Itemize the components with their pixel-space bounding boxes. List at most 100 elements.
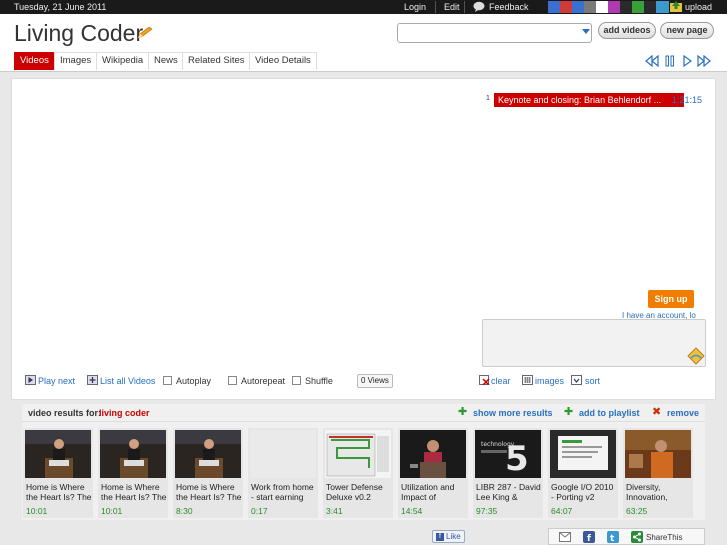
tab-news[interactable]: News: [148, 52, 184, 70]
sign-up-button[interactable]: Sign up: [648, 290, 694, 308]
autoplay-checkbox[interactable]: [163, 376, 172, 385]
video-duration: 3:41: [326, 506, 343, 516]
video-title[interactable]: Home is Where the Heart Is? The: [176, 483, 242, 503]
video-title[interactable]: Utilization and Impact of: [401, 483, 467, 503]
chat-bubble-icon[interactable]: [687, 347, 705, 365]
svg-text:5: 5: [505, 439, 529, 478]
plus-icon[interactable]: ✚: [564, 407, 573, 418]
clear-icon[interactable]: [479, 375, 490, 386]
video-results: video results for: living coder ✚ show m…: [22, 404, 705, 520]
video-card[interactable]: Diversity, Innovation, 63:25: [623, 428, 693, 518]
add-to-playlist-link[interactable]: add to playlist: [579, 408, 640, 418]
video-card[interactable]: technology 5 LIBR 287 - David Lee King & …: [473, 428, 543, 518]
list-all-icon[interactable]: [87, 375, 98, 385]
rewind-icon[interactable]: [645, 54, 659, 68]
login-link[interactable]: Login: [404, 2, 426, 12]
video-duration: 10:01: [26, 506, 48, 516]
fast-forward-icon[interactable]: [697, 54, 711, 68]
video-thumbnail[interactable]: [100, 430, 166, 478]
add-videos-button[interactable]: add videos: [598, 22, 656, 39]
tab-wikipedia[interactable]: Wikipedia: [96, 52, 150, 70]
sharethis-icon[interactable]: [631, 531, 643, 545]
clear-link[interactable]: clear: [491, 376, 511, 386]
sort-icon[interactable]: [571, 375, 582, 385]
video-duration: 10:01: [101, 506, 123, 516]
list-all-videos-link[interactable]: List all Videos: [100, 376, 155, 386]
video-duration: 64:07: [551, 506, 573, 516]
edit-link[interactable]: Edit: [444, 2, 460, 12]
video-card[interactable]: Tower Defense Deluxe v0.2 3:41: [323, 428, 393, 518]
video-duration: 0:17: [251, 506, 268, 516]
divider: [464, 1, 465, 13]
results-label: video results for:: [28, 408, 102, 418]
video-thumbnail[interactable]: technology 5: [475, 430, 541, 478]
pause-icon[interactable]: [663, 55, 677, 67]
twitter-icon[interactable]: t: [607, 531, 619, 545]
video-thumbnail[interactable]: [550, 430, 616, 478]
video-thumbnail[interactable]: [175, 430, 241, 478]
autoplay-label: Autoplay: [176, 376, 212, 386]
video-duration: 97:35: [476, 506, 498, 516]
comment-box[interactable]: [482, 319, 706, 367]
video-title[interactable]: Diversity, Innovation,: [626, 483, 692, 503]
video-card[interactable]: Utilization and Impact of 14:54: [398, 428, 468, 518]
video-title[interactable]: Home is Where the Heart Is? The: [101, 483, 167, 503]
images-link[interactable]: images: [535, 376, 564, 386]
search-term: living coder: [99, 408, 150, 418]
remove-link[interactable]: remove: [667, 408, 699, 418]
sharethis-label[interactable]: ShareThis: [646, 533, 682, 542]
tab-bar: Videos Images Wikipedia News Related Sit…: [0, 52, 727, 72]
player-panel: 1 Keynote and closing: Brian Behlendorf …: [11, 78, 716, 400]
video-thumbnail[interactable]: [625, 430, 691, 478]
shuffle-label: Shuffle: [305, 376, 333, 386]
playlist-item[interactable]: Keynote and closing: Brian Behlendorf ..…: [494, 93, 684, 107]
search-dropdown-icon[interactable]: [582, 29, 590, 34]
results-header: video results for: living coder ✚ show m…: [22, 404, 705, 422]
date-label: Tuesday, 21 June 2011: [14, 2, 107, 12]
video-thumbnail[interactable]: [25, 430, 91, 478]
top-bar: Tuesday, 21 June 2011 Login Edit Feedbac…: [0, 0, 727, 14]
search-input[interactable]: [397, 23, 592, 43]
video-title[interactable]: Google I/O 2010 - Porting v2: [551, 483, 617, 503]
play-icon[interactable]: [680, 54, 694, 68]
theme-swatch[interactable]: [656, 1, 669, 13]
feedback-link[interactable]: Feedback: [489, 2, 529, 12]
video-card[interactable]: Home is Where the Heart Is? The 10:01: [98, 428, 168, 518]
upload-link[interactable]: upload: [685, 2, 712, 12]
video-thumbnail[interactable]: [325, 430, 391, 478]
video-title[interactable]: Work from home - start earning: [251, 483, 317, 503]
video-title[interactable]: Home is Where the Heart Is? The: [26, 483, 92, 503]
new-page-button[interactable]: new page: [660, 22, 714, 39]
tab-related-sites[interactable]: Related Sites: [182, 52, 251, 70]
video-duration: 8:30: [176, 506, 193, 516]
playlist-index: 1: [486, 95, 490, 102]
email-icon[interactable]: [559, 532, 571, 544]
sort-link[interactable]: sort: [585, 376, 600, 386]
video-duration: 63:25: [626, 506, 648, 516]
video-thumbnail[interactable]: [250, 430, 316, 478]
tab-images[interactable]: Images: [54, 52, 98, 70]
video-card[interactable]: Home is Where the Heart Is? The 8:30: [173, 428, 243, 518]
video-card[interactable]: Home is Where the Heart Is? The 10:01: [23, 428, 93, 518]
video-title[interactable]: Tower Defense Deluxe v0.2: [326, 483, 392, 503]
like-button[interactable]: f Like: [432, 530, 465, 543]
have-account-link[interactable]: I have an account, lo: [622, 311, 704, 320]
video-card[interactable]: Google I/O 2010 - Porting v2 64:07: [548, 428, 618, 518]
images-icon[interactable]: [522, 375, 533, 385]
video-thumbnail[interactable]: [400, 430, 466, 478]
remove-icon[interactable]: ✖: [652, 407, 661, 418]
play-next-icon[interactable]: [25, 375, 36, 385]
shuffle-checkbox[interactable]: [292, 376, 301, 385]
video-title[interactable]: LIBR 287 - David Lee King &: [476, 483, 542, 503]
tab-video-details[interactable]: Video Details: [249, 52, 317, 70]
play-next-link[interactable]: Play next: [38, 376, 75, 386]
autorepeat-checkbox[interactable]: [228, 376, 237, 385]
plus-icon[interactable]: ✚: [458, 407, 467, 418]
divider: [435, 1, 436, 13]
tab-videos[interactable]: Videos: [14, 52, 55, 70]
facebook-share-icon[interactable]: f: [583, 531, 595, 545]
video-card[interactable]: Work from home - start earning 0:17: [248, 428, 318, 518]
pencil-icon[interactable]: [137, 26, 153, 39]
site-logo[interactable]: Living Coder: [14, 20, 143, 47]
show-more-results-link[interactable]: show more results: [473, 408, 553, 418]
